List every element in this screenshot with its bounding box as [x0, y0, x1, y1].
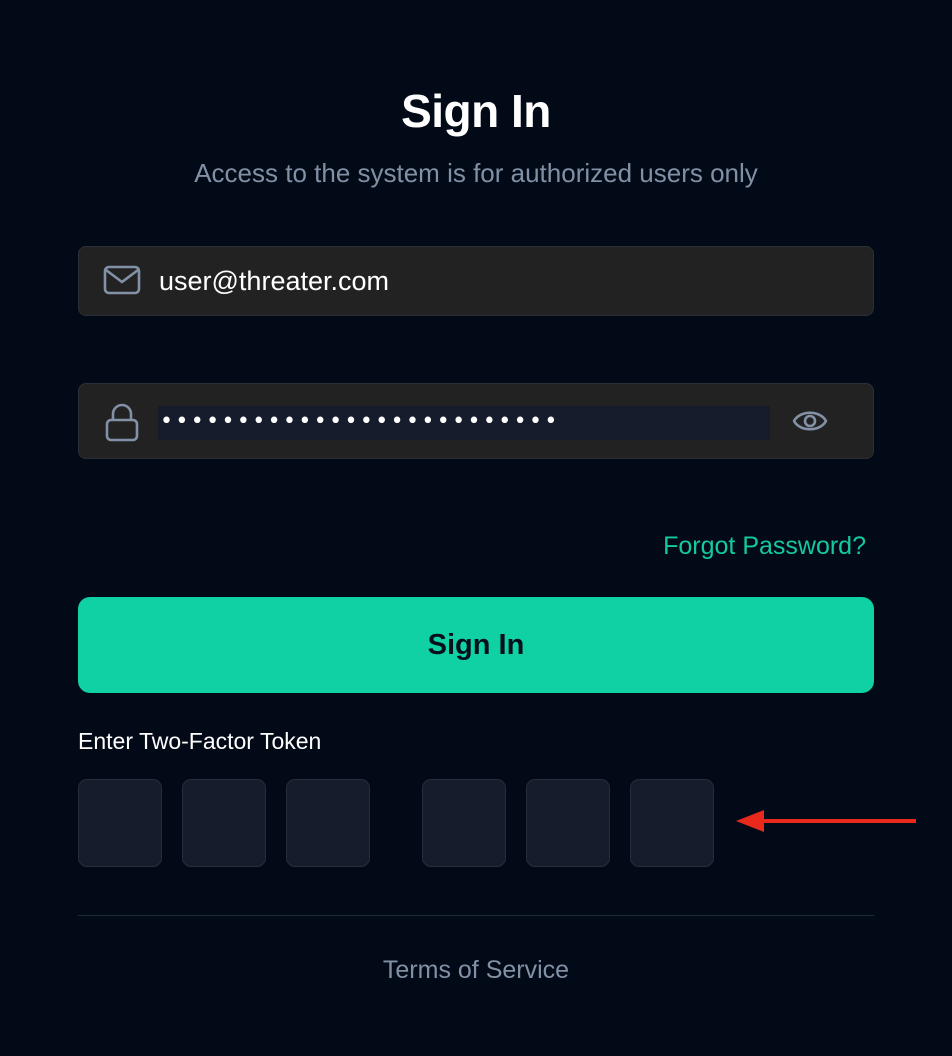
- token-digit-2[interactable]: [182, 779, 266, 867]
- token-digit-6[interactable]: [630, 779, 714, 867]
- token-digit-5[interactable]: [526, 779, 610, 867]
- terms-of-service-link[interactable]: Terms of Service: [0, 956, 952, 985]
- page-title: Sign In: [401, 85, 551, 137]
- token-digit-1[interactable]: [78, 779, 162, 867]
- password-masked-value: ••••••••••••••••••••••••••: [160, 409, 560, 434]
- password-field[interactable]: ••••••••••••••••••••••••••: [78, 383, 874, 459]
- password-input[interactable]: ••••••••••••••••••••••••••: [158, 406, 770, 440]
- token-digit-4[interactable]: [422, 779, 506, 867]
- forgot-password-link[interactable]: Forgot Password?: [663, 532, 866, 561]
- token-digit-3[interactable]: [286, 779, 370, 867]
- envelope-icon: [103, 263, 141, 302]
- email-value[interactable]: user@threater.com: [159, 266, 389, 297]
- red-arrow-icon: [734, 806, 918, 841]
- two-factor-label: Enter Two-Factor Token: [78, 728, 322, 754]
- lock-icon: [103, 402, 141, 447]
- sign-in-panel: Sign In Access to the system is for auth…: [0, 0, 952, 1056]
- sign-in-button[interactable]: Sign In: [78, 597, 874, 693]
- email-field[interactable]: user@threater.com: [78, 246, 874, 316]
- eye-icon[interactable]: [792, 406, 828, 441]
- page-subtitle: Access to the system is for authorized u…: [194, 158, 758, 188]
- divider: [78, 915, 874, 916]
